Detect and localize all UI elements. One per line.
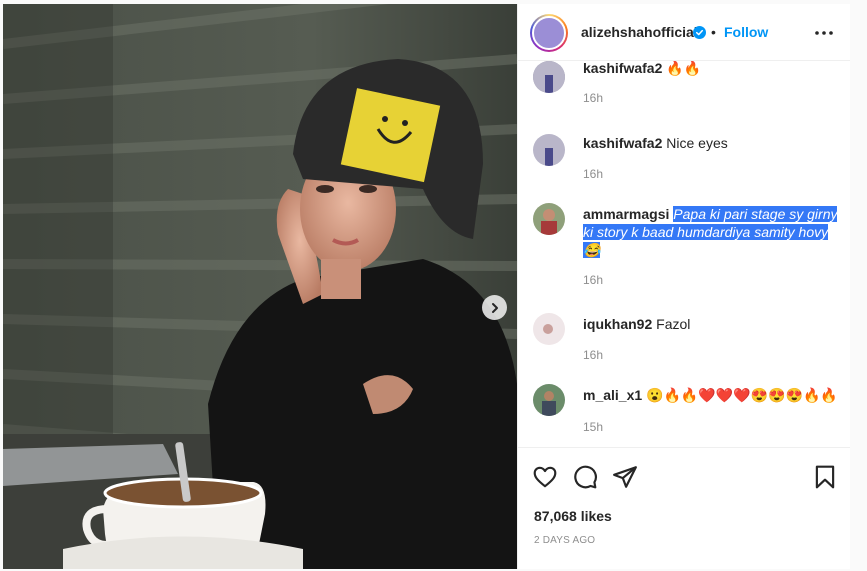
commenter-avatar[interactable]: [533, 313, 565, 345]
author-avatar[interactable]: [530, 14, 568, 52]
verified-badge-icon: [693, 26, 706, 39]
comments-list[interactable]: kashifwafa2 🔥🔥 16h kashifwafa2 Nice eyes…: [518, 61, 851, 447]
follow-button[interactable]: Follow: [724, 24, 768, 40]
post-photo[interactable]: [3, 4, 517, 569]
bookmark-icon: [815, 465, 835, 489]
page-scrollbar[interactable]: [850, 0, 867, 571]
comment-body: 🔥🔥: [666, 61, 702, 76]
comment-text: iqukhan92 Fazol: [583, 315, 838, 333]
author-username[interactable]: alizehshahofficial: [581, 24, 698, 40]
more-options-icon: [815, 31, 833, 35]
comment-text: m_ali_x1 😮🔥🔥❤️❤️❤️😍😍😍🔥🔥: [583, 386, 838, 404]
comment-body: Nice eyes: [666, 135, 728, 151]
more-options-button[interactable]: [814, 23, 834, 43]
like-button[interactable]: [532, 464, 558, 490]
comment-text: ammarmagsi Papa ki pari stage sy girny k…: [583, 205, 838, 259]
comment-username[interactable]: ammarmagsi: [583, 206, 669, 222]
comment-timestamp[interactable]: 16h: [583, 91, 603, 105]
share-button[interactable]: [612, 464, 638, 490]
commenter-avatar[interactable]: [533, 61, 565, 93]
comment-body: Fazol: [656, 316, 691, 332]
comment-username[interactable]: iqukhan92: [583, 316, 652, 332]
next-photo-button[interactable]: [482, 295, 507, 320]
commenter-avatar[interactable]: [533, 134, 565, 166]
commenter-avatar[interactable]: [533, 203, 565, 235]
post-side-panel: alizehshahofficial • Follow kashifwafa2 …: [517, 4, 851, 569]
post-header: alizehshahofficial • Follow: [518, 4, 851, 61]
post-date[interactable]: 2 DAYS AGO: [534, 535, 595, 546]
comment-timestamp[interactable]: 16h: [583, 348, 603, 362]
comment-body: 😮🔥🔥❤️❤️❤️😍😍😍🔥🔥: [646, 387, 838, 403]
avatar-image: [532, 16, 566, 50]
likes-count[interactable]: 87,068 likes: [534, 508, 612, 524]
comment-username[interactable]: kashifwafa2: [583, 135, 662, 151]
comment-button[interactable]: [572, 464, 598, 490]
comment-username[interactable]: m_ali_x1: [583, 387, 642, 403]
comment-timestamp[interactable]: 16h: [583, 273, 603, 287]
instagram-post-window: alizehshahofficial • Follow kashifwafa2 …: [0, 0, 867, 571]
comment-timestamp[interactable]: 15h: [583, 420, 603, 434]
heart-icon: [533, 466, 557, 488]
header-separator: •: [711, 24, 716, 40]
comment-text: kashifwafa2 Nice eyes: [583, 134, 838, 152]
commenter-avatar[interactable]: [533, 384, 565, 416]
comment-bubble-icon: [574, 465, 597, 489]
post-actions: 87,068 likes 2 DAYS AGO: [518, 447, 851, 569]
comment-text: kashifwafa2 🔥🔥: [583, 61, 838, 77]
comment-timestamp[interactable]: 16h: [583, 167, 603, 181]
chevron-right-icon: [491, 302, 498, 313]
comment-username[interactable]: kashifwafa2: [583, 61, 662, 76]
paper-plane-icon: [613, 466, 637, 488]
save-button[interactable]: [812, 464, 838, 490]
photo-illustration: [3, 4, 517, 569]
